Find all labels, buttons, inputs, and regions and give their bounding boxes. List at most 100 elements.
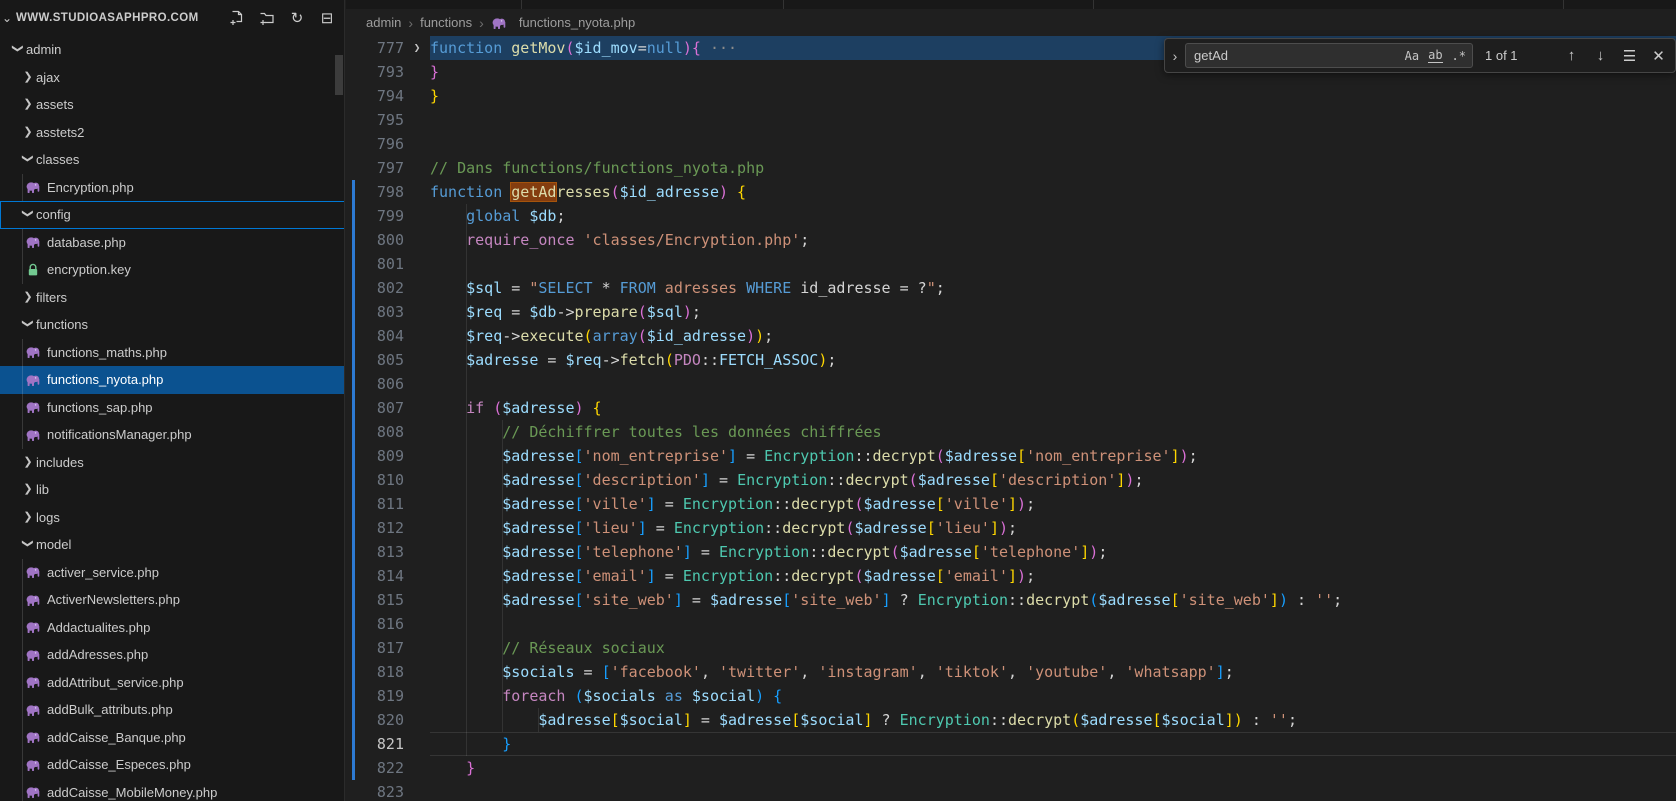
code-line-819[interactable]: 819 foreach ($socials as $social) { [346, 684, 1676, 708]
line-number[interactable]: 796 [346, 132, 404, 156]
php-file-icon [24, 592, 41, 608]
sidebar-folder-ajax[interactable]: ❯ ajax [0, 64, 344, 92]
sidebar-folder-config[interactable]: ❯ config [0, 201, 344, 229]
sidebar-file-database.php[interactable]: database.php [0, 229, 344, 257]
code-line-795[interactable]: 795 [346, 108, 1676, 132]
sidebar-file-notificationsManager.php[interactable]: notificationsManager.php [0, 421, 344, 449]
sidebar-file-Addactualites.php[interactable]: Addactualites.php [0, 614, 344, 642]
code-area[interactable]: 777 ❯ function getMov($id_mov=null){ ··· 79… [346, 36, 1676, 801]
sidebar-folder-assets[interactable]: ❯ assets [0, 91, 344, 119]
code-line-794[interactable]: 794} [346, 84, 1676, 108]
code-line-802[interactable]: 802 $sql = "SELECT * FROM adresses WHERE… [346, 276, 1676, 300]
line-number[interactable]: 823 [346, 780, 404, 801]
sidebar-file-addCaisse_MobileMoney.php[interactable]: addCaisse_MobileMoney.php [0, 779, 344, 801]
sidebar-file-addCaisse_Banque.php[interactable]: addCaisse_Banque.php [0, 724, 344, 752]
breadcrumb-item[interactable]: admin [366, 15, 401, 30]
code-line-810[interactable]: 810 $adresse['description'] = Encryption… [346, 468, 1676, 492]
find-input[interactable]: getAd Aa ab .* [1185, 43, 1473, 68]
sidebar-file-functions_sap.php[interactable]: functions_sap.php [0, 394, 344, 422]
code-line-806[interactable]: 806 [346, 372, 1676, 396]
fold-chevron-icon[interactable]: ❯ [404, 36, 430, 60]
find-in-selection-button[interactable]: ☰ [1617, 43, 1642, 68]
breadcrumb-item[interactable]: functions [420, 15, 472, 30]
code-line-804[interactable]: 804 $req->execute(array($id_adresse)); [346, 324, 1676, 348]
sidebar-scrollbar[interactable] [335, 55, 343, 95]
code-line-799[interactable]: 799 global $db; [346, 204, 1676, 228]
sidebar-file-activer_service.php[interactable]: activer_service.php [0, 559, 344, 587]
chevron-collapsed-icon[interactable]: ❯ [20, 290, 36, 303]
code-line-823[interactable]: 823 [346, 780, 1676, 801]
line-number[interactable]: 795 [346, 108, 404, 132]
code-line-798[interactable]: 798 function getAdresses($id_adresse) { [346, 180, 1676, 204]
sidebar-file-ActiverNewsletters.php[interactable]: ActiverNewsletters.php [0, 586, 344, 614]
sidebar-folder-asstets2[interactable]: ❯ asstets2 [0, 119, 344, 147]
chevron-down-icon[interactable]: ⌄ [2, 11, 16, 25]
code-line-813[interactable]: 813 $adresse['telephone'] = Encryption::… [346, 540, 1676, 564]
sidebar-folder-includes[interactable]: ❯ includes [0, 449, 344, 477]
whole-word-icon[interactable]: ab [1428, 48, 1443, 63]
refresh-icon[interactable]: ↻ [286, 7, 308, 29]
code-line-805[interactable]: 805 $adresse = $req->fetch(PDO::FETCH_AS… [346, 348, 1676, 372]
chevron-collapsed-icon[interactable]: ❯ [20, 125, 36, 138]
sidebar-folder-lib[interactable]: ❯ lib [0, 476, 344, 504]
code-line-800[interactable]: 800 require_once 'classes/Encryption.php… [346, 228, 1676, 252]
line-number[interactable]: 797 [346, 156, 404, 180]
code-line-796[interactable]: 796 [346, 132, 1676, 156]
code-line-818[interactable]: 818 $socials = ['facebook', 'twitter', '… [346, 660, 1676, 684]
sidebar-file-functions_nyota.php[interactable]: functions_nyota.php [0, 366, 344, 394]
chevron-collapsed-icon[interactable]: ❯ [20, 70, 36, 83]
find-query-text[interactable]: getAd [1194, 48, 1396, 63]
sidebar-folder-admin[interactable]: ❯ admin [0, 36, 344, 64]
new-folder-icon[interactable] [256, 7, 278, 29]
code-line-817[interactable]: 817 // Réseaux sociaux [346, 636, 1676, 660]
next-match-button[interactable]: ↓ [1588, 43, 1613, 68]
code-line-814[interactable]: 814 $adresse['email'] = Encryption::decr… [346, 564, 1676, 588]
code-line-816[interactable]: 816 [346, 612, 1676, 636]
sidebar-file-addCaisse_Especes.php[interactable]: addCaisse_Especes.php [0, 751, 344, 779]
chevron-expanded-icon[interactable]: ❯ [22, 536, 35, 552]
chevron-expanded-icon[interactable]: ❯ [22, 151, 35, 167]
collapse-folders-icon[interactable]: ⊟ [316, 7, 338, 29]
code-line-815[interactable]: 815 $adresse['site_web'] = $adresse['sit… [346, 588, 1676, 612]
code-line-821[interactable]: 821 } [346, 732, 1676, 756]
code-line-797[interactable]: 797 // Dans functions/functions_nyota.php [346, 156, 1676, 180]
close-find-button[interactable]: ✕ [1646, 43, 1671, 68]
sidebar-folder-functions[interactable]: ❯ functions [0, 311, 344, 339]
code-line-811[interactable]: 811 $adresse['ville'] = Encryption::decr… [346, 492, 1676, 516]
code-line-812[interactable]: 812 $adresse['lieu'] = Encryption::decry… [346, 516, 1676, 540]
chevron-collapsed-icon[interactable]: ❯ [20, 510, 36, 523]
sidebar-file-encryption.key[interactable]: encryption.key [0, 256, 344, 284]
sidebar-folder-logs[interactable]: ❯ logs [0, 504, 344, 532]
sidebar-file-Encryption.php[interactable]: Encryption.php [0, 174, 344, 202]
regex-icon[interactable]: .* [1452, 49, 1466, 63]
code-line-807[interactable]: 807 if ($adresse) { [346, 396, 1676, 420]
line-number[interactable]: 794 [346, 84, 404, 108]
chevron-expanded-icon[interactable]: ❯ [22, 206, 35, 222]
sidebar-file-functions_maths.php[interactable]: functions_maths.php [0, 339, 344, 367]
chevron-expanded-icon[interactable]: ❯ [12, 41, 25, 57]
line-number[interactable]: 793 [346, 60, 404, 84]
code-line-803[interactable]: 803 $req = $db->prepare($sql); [346, 300, 1676, 324]
match-case-icon[interactable]: Aa [1405, 49, 1419, 63]
chevron-collapsed-icon[interactable]: ❯ [20, 482, 36, 495]
code-line-822[interactable]: 822 } [346, 756, 1676, 780]
sidebar-file-addBulk_attributs.php[interactable]: addBulk_attributs.php [0, 696, 344, 724]
code-line-809[interactable]: 809 $adresse['nom_entreprise'] = Encrypt… [346, 444, 1676, 468]
code-line-820[interactable]: 820 $adresse[$social] = $adresse[$social… [346, 708, 1676, 732]
sidebar-file-addAdresses.php[interactable]: addAdresses.php [0, 641, 344, 669]
explorer-section-title[interactable]: WWW.STUDIOASAPHPRO.COM [16, 12, 199, 24]
chevron-collapsed-icon[interactable]: ❯ [20, 97, 36, 110]
code-line-808[interactable]: 808 // Déchiffrer toutes les données chi… [346, 420, 1676, 444]
sidebar-folder-filters[interactable]: ❯ filters [0, 284, 344, 312]
breadcrumb-item[interactable]: functions_nyota.php [491, 15, 635, 31]
sidebar-file-addAttribut_service.php[interactable]: addAttribut_service.php [0, 669, 344, 697]
sidebar-folder-model[interactable]: ❯ model [0, 531, 344, 559]
code-line-801[interactable]: 801 [346, 252, 1676, 276]
new-file-icon[interactable] [226, 7, 248, 29]
sidebar-folder-classes[interactable]: ❯ classes [0, 146, 344, 174]
chevron-collapsed-icon[interactable]: ❯ [20, 455, 36, 468]
previous-match-button[interactable]: ↑ [1559, 43, 1584, 68]
chevron-expanded-icon[interactable]: ❯ [22, 316, 35, 332]
line-number[interactable]: 777 [346, 36, 404, 60]
toggle-replace-icon[interactable]: › [1165, 48, 1185, 64]
